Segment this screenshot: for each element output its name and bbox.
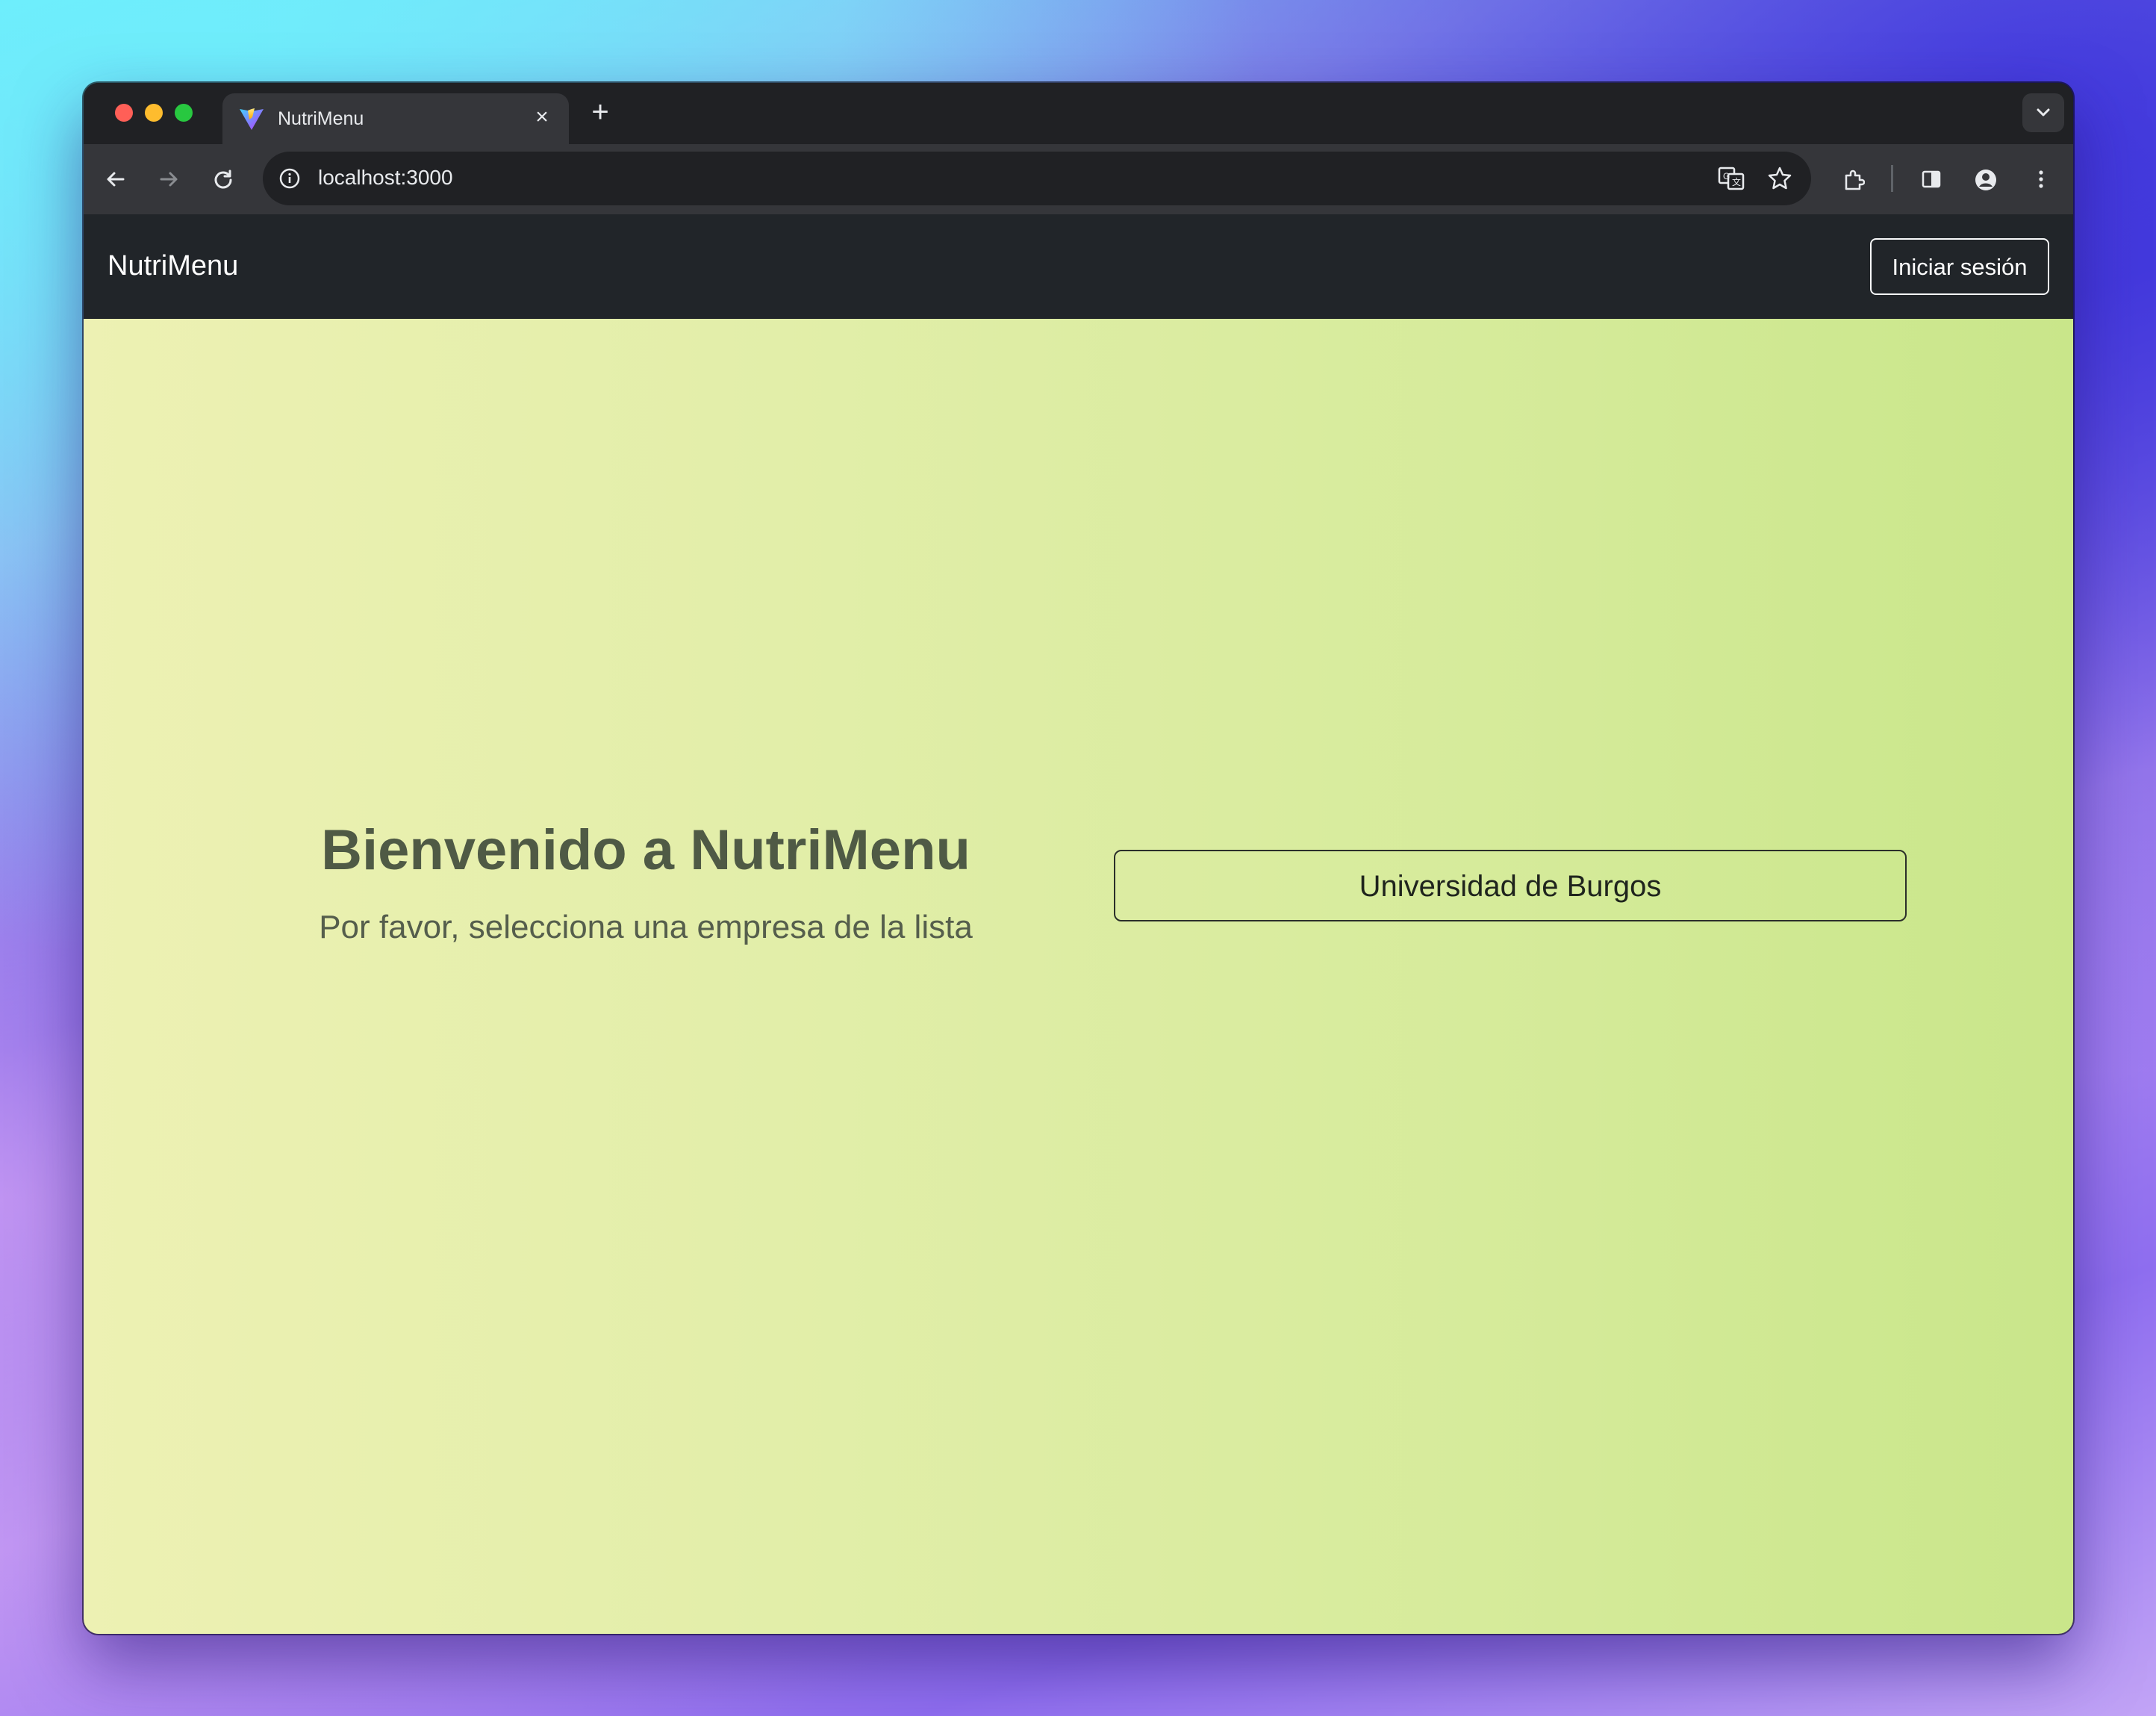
menu-icon <box>2039 170 2043 188</box>
main-content: Bienvenido a NutriMenu Por favor, selecc… <box>84 319 2073 1634</box>
address-bar[interactable]: localhost:3000 G 文 <box>263 152 1811 205</box>
browser-menu-button[interactable] <box>2021 159 2061 199</box>
back-icon <box>107 172 125 187</box>
navbar-brand[interactable]: NutriMenu <box>108 250 238 282</box>
back-button[interactable] <box>96 159 136 199</box>
forward-button[interactable] <box>149 159 189 199</box>
browser-window: NutriMenu × + localhost:3000 G 文 NutriMe… <box>84 83 2073 1634</box>
extensions-icon <box>1845 170 1865 190</box>
browser-toolbar: localhost:3000 G 文 <box>84 144 2073 214</box>
tab-close-icon[interactable]: × <box>529 104 555 131</box>
tab-title: NutriMenu <box>278 108 364 129</box>
profile-button[interactable] <box>1965 159 2005 199</box>
chevron-down-icon <box>2037 108 2050 116</box>
profile-icon <box>1975 170 1996 190</box>
tab-strip: NutriMenu × + <box>84 83 2073 144</box>
maximize-window-button[interactable] <box>175 104 193 122</box>
svg-text:G: G <box>1723 171 1730 181</box>
url-text[interactable]: localhost:3000 <box>318 166 453 190</box>
welcome-subtitle: Por favor, selecciona una empresa de la … <box>319 909 973 945</box>
browser-tab[interactable]: NutriMenu × <box>222 93 569 144</box>
star-icon[interactable] <box>1763 162 1796 195</box>
extensions-button[interactable] <box>1833 159 1873 199</box>
login-button[interactable]: Iniciar sesión <box>1870 238 2049 295</box>
side-panel-icon <box>1922 170 1941 188</box>
translate-icon[interactable]: G 文 <box>1715 162 1748 195</box>
reload-button[interactable] <box>203 159 243 199</box>
vite-favicon-icon <box>239 107 264 131</box>
minimize-window-button[interactable] <box>145 104 163 122</box>
app-navbar: NutriMenu Iniciar sesión <box>84 214 2073 319</box>
tab-search-button[interactable] <box>2022 93 2064 132</box>
forward-icon <box>160 172 178 187</box>
side-panel-button[interactable] <box>1911 159 1951 199</box>
company-button-universidad-de-burgos[interactable]: Universidad de Burgos <box>1114 850 1907 921</box>
welcome-title: Bienvenido a NutriMenu <box>321 818 970 882</box>
close-window-button[interactable] <box>115 104 133 122</box>
new-tab-button[interactable]: + <box>585 97 615 128</box>
reload-icon <box>214 170 232 189</box>
info-icon[interactable] <box>273 162 306 195</box>
svg-text:文: 文 <box>1732 176 1741 187</box>
toolbar-divider <box>1891 165 1893 192</box>
